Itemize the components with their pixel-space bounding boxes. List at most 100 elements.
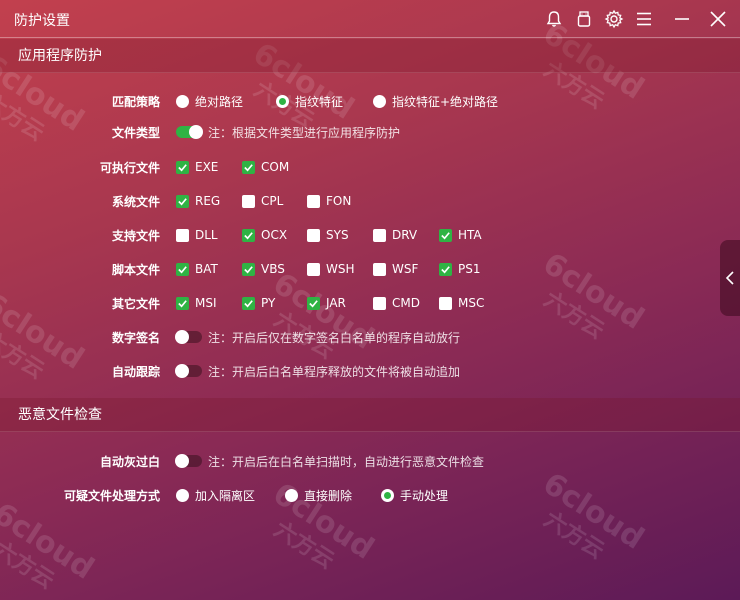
system-row: 系统文件 REG CPL FON xyxy=(0,190,740,212)
checkbox-indicator[interactable] xyxy=(242,194,255,208)
file-type-toggle[interactable]: 注：根据文件类型进行应用程序防护 xyxy=(176,124,400,141)
match-policy-row: 匹配策略 绝对路径 指纹特征 指纹特征+绝对路径 xyxy=(0,90,740,112)
checkbox-indicator[interactable] xyxy=(373,228,386,242)
checkbox-drv[interactable]: DRV xyxy=(373,228,417,242)
script-row: 脚本文件 BAT VBS WSH WSF PS1 xyxy=(0,258,740,280)
chevron-left-icon xyxy=(725,271,734,285)
auto-track-row: 自动跟踪 注：开启后白名单程序释放的文件将被自动追加 xyxy=(0,360,740,382)
radio-indicator[interactable] xyxy=(381,488,394,502)
checkbox-indicator[interactable] xyxy=(307,194,320,208)
radio-indicator[interactable] xyxy=(285,488,298,502)
system-label: 系统文件 xyxy=(111,194,160,209)
bell-icon[interactable] xyxy=(542,7,566,31)
checkbox-wsh[interactable]: WSH xyxy=(307,262,355,276)
checkbox-indicator[interactable] xyxy=(439,228,452,242)
checkbox-vbs[interactable]: VBS xyxy=(242,262,285,276)
watermark-logo: 6cloud六方云 xyxy=(537,466,650,564)
checkbox-hta[interactable]: HTA xyxy=(439,228,482,242)
checkbox-indicator[interactable] xyxy=(176,160,189,174)
checkbox-indicator[interactable] xyxy=(242,160,255,174)
section-header-malware-check: 恶意文件检查 xyxy=(0,398,740,432)
auto-track-label: 自动跟踪 xyxy=(111,364,160,379)
digital-sign-toggle[interactable]: 注：开启后仅在数字签名白名单的程序自动放行 xyxy=(175,329,461,346)
checkbox-py[interactable]: PY xyxy=(242,296,275,310)
digital-sign-label: 数字签名 xyxy=(111,330,160,345)
auto-whitelist-row: 自动灰过白 注：开启后在白名单扫描时，自动进行恶意文件检查 xyxy=(0,450,740,472)
executable-label: 可执行文件 xyxy=(99,160,160,175)
usb-icon[interactable] xyxy=(572,7,596,31)
checkbox-indicator[interactable] xyxy=(242,228,255,242)
checkbox-reg[interactable]: REG xyxy=(176,194,220,208)
support-row: 支持文件 DLL OCX SYS DRV HTA xyxy=(0,224,740,246)
checkbox-indicator[interactable] xyxy=(439,262,452,276)
checkbox-indicator[interactable] xyxy=(439,296,452,310)
side-panel-toggle[interactable] xyxy=(720,240,740,316)
radio-manual[interactable]: 手动处理 xyxy=(381,487,448,504)
checkbox-sys[interactable]: SYS xyxy=(307,228,349,242)
checkbox-indicator[interactable] xyxy=(307,296,320,310)
close-icon[interactable] xyxy=(706,7,730,31)
radio-indicator[interactable] xyxy=(176,94,189,108)
suspicious-handling-row: 可疑文件处理方式 加入隔离区 直接删除 手动处理 xyxy=(0,484,740,506)
gear-icon[interactable] xyxy=(602,7,626,31)
window-title: 防护设置 xyxy=(14,13,70,29)
section-header-app-protect: 应用程序防护 xyxy=(0,39,740,73)
checkbox-indicator[interactable] xyxy=(373,296,386,310)
title-bar: 防护设置 xyxy=(0,0,740,38)
checkbox-bat[interactable]: BAT xyxy=(176,262,218,276)
auto-track-toggle[interactable]: 注：开启后白名单程序释放的文件将被自动追加 xyxy=(175,363,460,380)
toggle-switch[interactable] xyxy=(176,125,203,139)
checkbox-ps1[interactable]: PS1 xyxy=(439,262,481,276)
checkbox-msc[interactable]: MSC xyxy=(439,296,484,310)
checkbox-msi[interactable]: MSI xyxy=(176,296,217,310)
checkbox-indicator[interactable] xyxy=(307,262,320,276)
checkbox-indicator[interactable] xyxy=(176,296,189,310)
checkbox-ocx[interactable]: OCX xyxy=(242,228,287,242)
checkbox-cmd[interactable]: CMD xyxy=(373,296,420,310)
radio-indicator[interactable] xyxy=(276,94,289,108)
digital-sign-note: 注：开启后仅在数字签名白名单的程序自动放行 xyxy=(208,330,461,345)
svg-text:六方云: 六方云 xyxy=(539,506,609,564)
checkbox-indicator[interactable] xyxy=(373,262,386,276)
suspicious-handling-label: 可疑文件处理方式 xyxy=(63,488,160,503)
radio-indicator[interactable] xyxy=(373,94,386,108)
checkbox-indicator[interactable] xyxy=(242,262,255,276)
radio-quarantine[interactable]: 加入隔离区 xyxy=(176,487,255,504)
digital-sign-row: 数字签名 注：开启后仅在数字签名白名单的程序自动放行 xyxy=(0,326,740,348)
radio-absolute-path[interactable]: 绝对路径 xyxy=(176,93,243,110)
toggle-switch[interactable] xyxy=(175,454,202,468)
checkbox-fon[interactable]: FON xyxy=(307,194,351,208)
minimize-icon[interactable] xyxy=(670,7,694,31)
support-label: 支持文件 xyxy=(111,228,160,243)
checkbox-exe[interactable]: EXE xyxy=(176,160,218,174)
radio-indicator[interactable] xyxy=(176,488,189,502)
watermark-logo: 6cloud六方云 xyxy=(0,496,100,594)
match-policy-label: 匹配策略 xyxy=(111,94,160,109)
checkbox-dll[interactable]: DLL xyxy=(176,228,218,242)
radio-fingerprint-and-path[interactable]: 指纹特征+绝对路径 xyxy=(373,93,498,110)
checkbox-cpl[interactable]: CPL xyxy=(242,194,283,208)
radio-fingerprint[interactable]: 指纹特征 xyxy=(276,93,343,110)
other-row: 其它文件 MSI PY JAR CMD MSC xyxy=(0,292,740,314)
checkbox-indicator[interactable] xyxy=(242,296,255,310)
checkbox-wsf[interactable]: WSF xyxy=(373,262,418,276)
checkbox-indicator[interactable] xyxy=(176,194,189,208)
checkbox-indicator[interactable] xyxy=(307,228,320,242)
toggle-switch[interactable] xyxy=(175,330,202,344)
svg-text:6cloud: 6cloud xyxy=(0,496,100,587)
executable-row: 可执行文件 EXE COM xyxy=(0,156,740,178)
svg-text:六方云: 六方云 xyxy=(0,536,59,594)
auto-whitelist-note: 注：开启后在白名单扫描时，自动进行恶意文件检查 xyxy=(208,454,485,469)
auto-whitelist-toggle[interactable]: 注：开启后在白名单扫描时，自动进行恶意文件检查 xyxy=(175,453,485,470)
toggle-switch[interactable] xyxy=(175,364,202,378)
other-label: 其它文件 xyxy=(111,296,160,311)
svg-text:6cloud: 6cloud xyxy=(537,466,650,557)
checkbox-com[interactable]: COM xyxy=(242,160,289,174)
checkbox-indicator[interactable] xyxy=(176,262,189,276)
radio-delete[interactable]: 直接删除 xyxy=(285,487,352,504)
svg-text:六方云: 六方云 xyxy=(269,516,339,574)
file-type-row: 文件类型 注：根据文件类型进行应用程序防护 xyxy=(0,121,740,143)
menu-icon[interactable] xyxy=(632,7,656,31)
checkbox-jar[interactable]: JAR xyxy=(307,296,346,310)
checkbox-indicator[interactable] xyxy=(176,228,189,242)
